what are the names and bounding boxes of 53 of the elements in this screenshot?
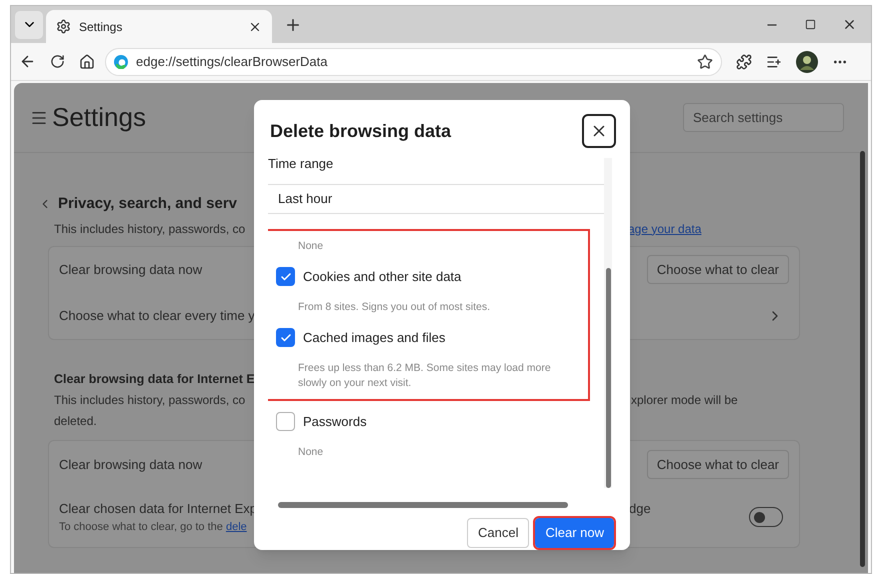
checkbox-label: Passwords [303, 412, 367, 431]
browser-logo-icon [114, 54, 128, 68]
close-icon[interactable] [842, 17, 857, 32]
home-icon[interactable] [79, 54, 95, 70]
section-description: This includes history, passwords, co [54, 220, 246, 238]
address-field[interactable]: edge://settings/clearBrowserData [105, 48, 722, 76]
section-title: Privacy, search, and serv [58, 194, 238, 214]
address-text: edge://settings/clearBrowserData [136, 52, 328, 71]
checkbox[interactable] [276, 328, 295, 347]
clear-now-button[interactable]: Clear now [535, 518, 614, 548]
checkbox-label: Cached images and files [303, 328, 446, 347]
check-icon [280, 270, 292, 282]
row-label: Clear browsing data now [59, 260, 202, 279]
row-note: To choose what to clear, go to the dele [59, 520, 248, 535]
checkbox[interactable] [276, 412, 295, 431]
field-label: Time range [268, 155, 334, 173]
page-scrollbar[interactable] [860, 151, 865, 567]
item-description: None [298, 238, 324, 254]
vertical-scrollbar[interactable] [604, 158, 612, 488]
back-icon[interactable] [19, 53, 36, 70]
row-label: Choose what to clear every time y [59, 306, 255, 325]
check-icon [280, 332, 292, 344]
section-description: xplorer mode will be [631, 392, 738, 410]
maximize-icon[interactable] [805, 19, 816, 30]
favorite-star-icon[interactable] [697, 54, 713, 70]
delete-link[interactable]: dele [226, 520, 247, 533]
settings-icon [56, 19, 71, 34]
close-button[interactable] [582, 114, 616, 148]
section-subtitle: Clear browsing data for Internet E [54, 370, 254, 388]
cancel-button[interactable]: Cancel [467, 518, 530, 548]
tab-actions-button[interactable] [15, 10, 43, 38]
section-description: This includes history, passwords, co [54, 392, 246, 410]
checkbox-label: Cookies and other site data [303, 268, 462, 286]
favorites-icon[interactable] [766, 54, 782, 70]
choose-what-to-clear-button[interactable]: Choose what to clear [646, 255, 789, 284]
row-label: dge [629, 500, 651, 518]
avatar-icon[interactable] [796, 50, 818, 72]
section-description: deleted. [54, 413, 97, 430]
choose-what-to-clear-button[interactable]: Choose what to clear [646, 450, 789, 479]
item-description: Frees up less than 6.2 MB. Some sites may load more slowly on your next visit. [298, 360, 552, 390]
refresh-icon[interactable] [50, 54, 65, 69]
item-description: None [298, 444, 324, 460]
search-field[interactable]: Search settings [683, 103, 844, 132]
browser-tab[interactable]: Settings [46, 10, 272, 43]
checkbox[interactable] [276, 267, 295, 286]
extensions-icon[interactable] [736, 54, 752, 70]
toggle-switch[interactable] [749, 507, 783, 528]
row-label: Clear browsing data now [59, 456, 202, 474]
tab-title: Settings [79, 18, 122, 36]
page-title: Settings [52, 101, 146, 134]
dialog-title: Delete browsing data [270, 120, 452, 143]
time-range-dropdown[interactable]: Last hour [268, 184, 604, 214]
item-description: From 8 sites. Signs you out of most sites. [298, 300, 491, 314]
